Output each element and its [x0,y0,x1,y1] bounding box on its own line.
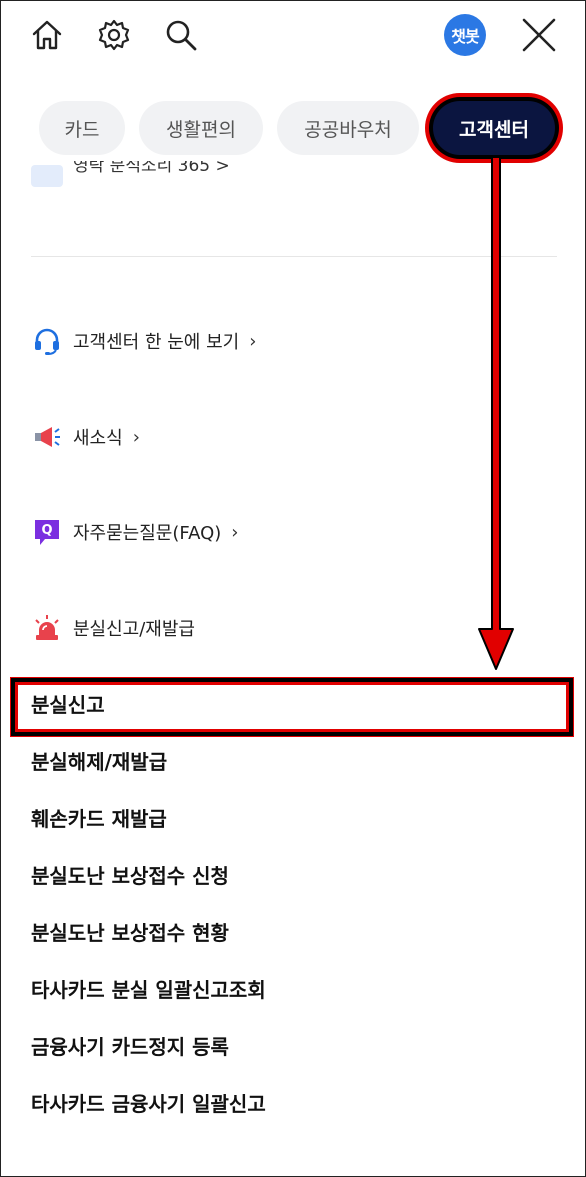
svg-text:Q: Q [41,523,52,538]
partial-menu-item[interactable]: 영락 분석소리 365 > [31,161,431,187]
menu-item-label: 자주묻는질문(FAQ) [73,523,222,544]
tab-voucher[interactable]: 공공바우처 [277,101,419,155]
headset-icon [31,325,63,357]
home-icon[interactable] [29,17,65,53]
menu-item-customer-center-overview[interactable]: 고객센터 한 눈에 보기 › [31,323,256,359]
menu-item-faq[interactable]: Q 자주묻는질문(FAQ) › [31,514,238,550]
menu-item-lost-report[interactable]: 분실신고/재발급 [31,610,195,646]
screen-frame: 챗봇 카드 생활편의 공공바우처 고객센터 영락 분석소리 365 > 고객센터… [0,0,586,1177]
divider [31,256,557,257]
alarm-icon [31,612,63,644]
chatbot-button[interactable]: 챗봇 [444,14,486,56]
submenu-damaged-reissue[interactable]: 훼손카드 재발급 [31,804,167,834]
chevron-right-icon: › [231,521,239,543]
gear-icon[interactable] [96,17,132,53]
close-icon[interactable] [521,17,557,53]
menu-item-label: 고객센터 한 눈에 보기 [73,332,240,353]
category-tabs: 카드 생활편의 공공바우처 고객센터 [1,101,585,157]
submenu-other-card-lost-report[interactable]: 타사카드 분실 일괄신고조회 [31,975,266,1005]
chevron-right-icon: › [249,330,257,352]
top-bar: 챗봇 [1,1,585,81]
submenu-theft-claim-apply[interactable]: 분실도난 보상접수 신청 [31,861,229,891]
tab-life[interactable]: 생활편의 [139,101,263,155]
submenu-fraud-card-suspend[interactable]: 금융사기 카드정지 등록 [31,1032,229,1062]
megaphone-icon [31,421,63,453]
submenu-other-card-fraud-report[interactable]: 타사카드 금융사기 일괄신고 [31,1089,266,1119]
search-icon[interactable] [163,17,199,53]
partial-item-icon [31,165,63,187]
menu-item-label: 분실신고/재발급 [73,619,195,640]
submenu-theft-claim-status[interactable]: 분실도난 보상접수 현황 [31,918,229,948]
chevron-right-icon: › [132,426,140,448]
highlight-box [11,678,573,736]
tab-card[interactable]: 카드 [39,101,125,155]
menu-item-label: 새소식 [73,428,123,449]
tab-customer-center[interactable]: 고객센터 [433,101,555,155]
faq-icon: Q [31,516,63,548]
menu-item-news[interactable]: 새소식 › [31,419,140,455]
partial-item-label: 영락 분석소리 365 > [73,161,230,176]
submenu-unlock-reissue[interactable]: 분실해제/재발급 [31,747,167,777]
